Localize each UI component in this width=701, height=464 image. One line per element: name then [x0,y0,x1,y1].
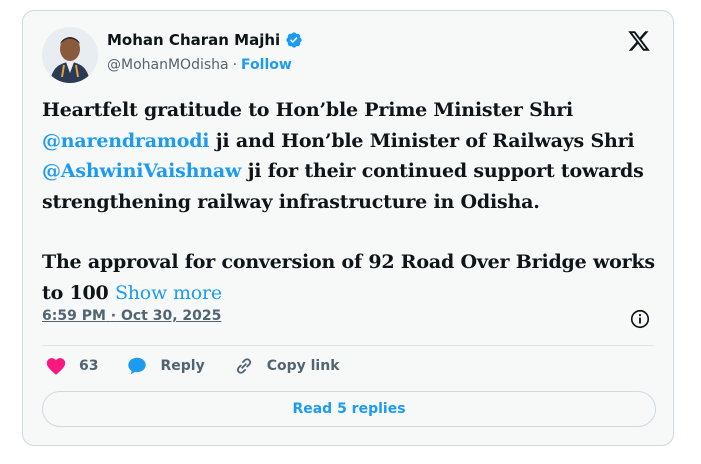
copy-link-label: Copy link [266,358,340,374]
tweet-text: Heartfelt gratitude to Hon’ble Prime Min… [42,95,657,308]
verified-badge-icon [285,31,303,49]
like-count: 63 [79,358,99,374]
separator-dot: · [232,57,238,73]
show-more-link[interactable]: Show more [115,282,222,304]
tweet-paragraph-1: Heartfelt gratitude to Hon’ble Prime Min… [42,95,657,217]
mention-link[interactable]: @narendramodi [42,130,210,152]
author-handle-row: @MohanMOdisha · Follow [107,57,292,73]
tweet-time: 6:59 PM [42,308,106,324]
tweet-card: Mohan Charan Majhi @MohanMOdisha · Follow … [22,10,674,446]
info-icon[interactable] [629,308,651,330]
tweet-timestamp[interactable]: 6:59 PM · Oct 30, 2025 [42,308,221,324]
like-button[interactable]: 63 [45,355,98,377]
divider [42,345,654,346]
author-handle[interactable]: @MohanMOdisha [107,57,229,73]
author-name-row: Mohan Charan Majhi [107,31,303,49]
tweet-date: Oct 30, 2025 [120,308,222,324]
reply-button[interactable]: Reply [126,355,205,377]
separator-dot: · [110,308,117,324]
avatar[interactable] [42,27,98,83]
author-name[interactable]: Mohan Charan Majhi [107,31,280,49]
copy-link-button[interactable]: Copy link [233,355,340,377]
read-replies-button[interactable]: Read 5 replies [42,391,656,427]
action-bar: 63 Reply Copy link [45,355,368,377]
reply-icon [128,357,147,375]
tweet-paragraph-2: The approval for conversion of 92 Road O… [42,247,657,308]
link-icon [236,358,251,374]
reply-label: Reply [160,358,205,374]
heart-icon [46,358,66,375]
follow-button[interactable]: Follow [241,57,292,73]
tweet-text-segment: Heartfelt gratitude to Hon’ble Prime Min… [42,99,574,121]
mention-link[interactable]: @AshwiniVaishnaw [42,160,241,182]
tweet-text-segment: ji and Hon’ble Minister of Railways Shri [209,129,635,152]
x-logo-icon[interactable] [627,29,651,53]
